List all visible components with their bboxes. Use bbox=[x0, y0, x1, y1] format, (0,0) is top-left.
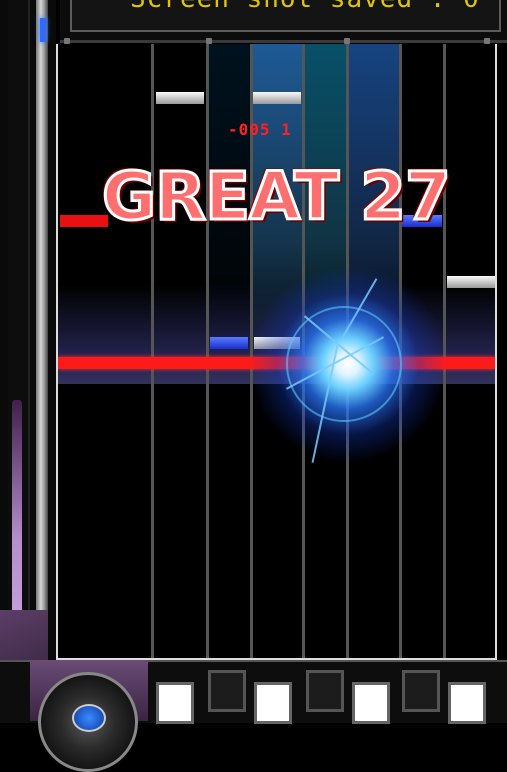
judgement-display: GREAT 27 bbox=[100, 158, 453, 235]
key-2[interactable] bbox=[208, 670, 246, 712]
key-7[interactable] bbox=[448, 682, 486, 724]
combo-count: 27 bbox=[359, 158, 453, 235]
playfield: -005 1 GREAT 27 bbox=[56, 44, 497, 660]
hit-flash-ring bbox=[286, 306, 402, 422]
lane-divider bbox=[151, 44, 154, 658]
note-white bbox=[253, 92, 301, 104]
scratch-note bbox=[60, 215, 108, 227]
key-5[interactable] bbox=[352, 682, 390, 724]
top-status-bar: Screen shot saved : 0 bbox=[60, 0, 507, 44]
note-white bbox=[156, 92, 204, 104]
note-blue bbox=[210, 337, 248, 349]
status-message: Screen shot saved : 0 bbox=[130, 0, 480, 14]
key-1[interactable] bbox=[156, 682, 194, 724]
note-white bbox=[447, 276, 495, 288]
groove-gauge-indicator bbox=[40, 18, 46, 42]
lane-divider bbox=[206, 44, 209, 658]
key-3[interactable] bbox=[254, 682, 292, 724]
key-6[interactable] bbox=[402, 670, 440, 712]
key-4[interactable] bbox=[306, 670, 344, 712]
left-frame bbox=[0, 0, 56, 721]
judgement-label: GREAT bbox=[100, 158, 340, 235]
frame-accent bbox=[12, 400, 22, 630]
turntable-center-icon bbox=[72, 704, 106, 732]
timing-offset: -005 1 bbox=[228, 120, 292, 139]
frame-rail bbox=[36, 0, 48, 650]
